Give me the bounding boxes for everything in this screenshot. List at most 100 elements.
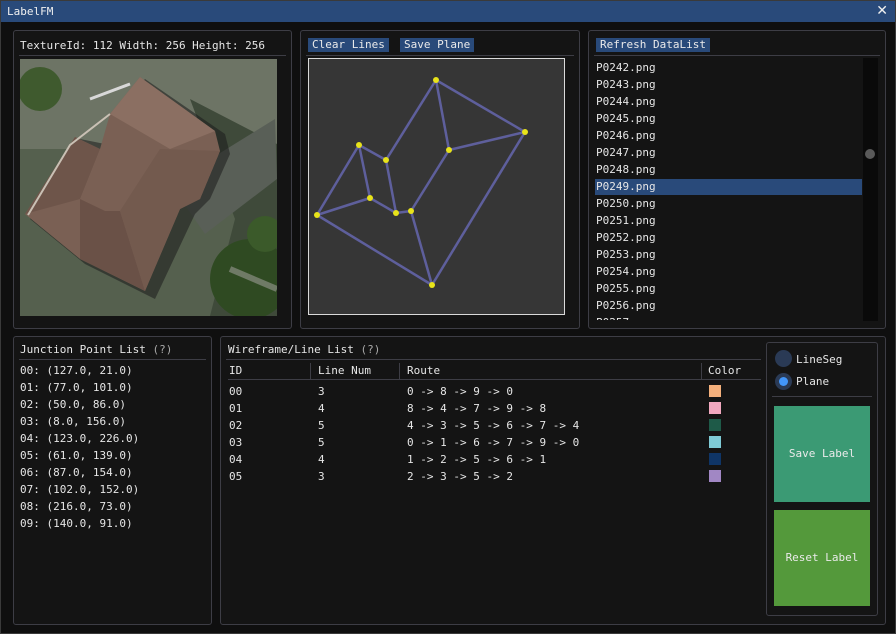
junction-item[interactable]: 01: (77.0, 101.0) [20, 381, 133, 394]
save-label-button[interactable]: Save Label [774, 406, 870, 502]
junction-help-icon[interactable]: (?) [152, 343, 172, 356]
datalist-item[interactable]: P0252.png [595, 230, 862, 246]
datalist-item[interactable]: P0250.png [595, 196, 862, 212]
wireframe-edge[interactable] [358, 143, 387, 162]
color-swatch[interactable] [709, 470, 721, 482]
junction-point[interactable] [367, 195, 373, 201]
junction-point[interactable] [446, 147, 452, 153]
junction-item[interactable]: 04: (123.0, 226.0) [20, 432, 139, 445]
save-label-text: Save Label [788, 447, 856, 460]
datalist-item[interactable]: P0256.png [595, 298, 862, 314]
wireframe-edge[interactable] [384, 159, 398, 214]
table-row[interactable]: 05 3 2 -> 3 -> 5 -> 2 [228, 468, 761, 485]
color-swatch[interactable] [709, 419, 721, 431]
datalist-item[interactable]: P0247.png [595, 145, 862, 161]
color-swatch[interactable] [709, 385, 721, 397]
col-header-line-num[interactable]: Line Num [318, 363, 371, 379]
row-line-num: 3 [318, 470, 325, 483]
datalist-item[interactable]: P0248.png [595, 162, 862, 178]
wireframe-edge[interactable] [384, 79, 438, 161]
wireframe-canvas[interactable] [308, 58, 565, 315]
reset-label-button[interactable]: Reset Label [774, 510, 870, 606]
app-window: LabelFM ✕ TextureId: 112 Width: 256 Heig… [0, 0, 896, 634]
junction-item[interactable]: 08: (216.0, 73.0) [20, 500, 133, 513]
color-swatch[interactable] [709, 436, 721, 448]
junction-point[interactable] [356, 142, 362, 148]
color-swatch[interactable] [709, 453, 721, 465]
junction-item[interactable]: 07: (102.0, 152.0) [20, 483, 139, 496]
datalist-item[interactable]: P0249.png [595, 179, 862, 195]
junction-point[interactable] [522, 129, 528, 135]
scrollbar-grab[interactable] [865, 149, 875, 159]
col-header-color[interactable]: Color [708, 363, 741, 379]
wireframe-edge[interactable] [357, 144, 372, 199]
wireframe-edge[interactable] [435, 78, 526, 134]
table-header-divider [228, 379, 761, 380]
radio-lineseg-label[interactable]: LineSeg [796, 353, 842, 366]
wireframe-edge[interactable] [369, 196, 397, 215]
col-header-id[interactable]: ID [229, 363, 242, 379]
junction-item[interactable]: 00: (127.0, 21.0) [20, 364, 133, 377]
junction-item[interactable]: 02: (50.0, 86.0) [20, 398, 126, 411]
divider [306, 55, 574, 56]
wireframe-plot[interactable] [309, 59, 564, 314]
datalist-item[interactable]: P0245.png [595, 111, 862, 127]
divider [772, 396, 872, 397]
row-id: 01 [229, 402, 243, 415]
table-row[interactable]: 01 4 8 -> 4 -> 7 -> 9 -> 8 [228, 400, 761, 417]
junction-point[interactable] [383, 157, 389, 163]
datalist-item[interactable]: P0242.png [595, 60, 862, 76]
refresh-datalist-button[interactable]: Refresh DataList [596, 38, 710, 52]
datalist-item[interactable]: P0253.png [595, 247, 862, 263]
junction-point[interactable] [408, 208, 414, 214]
wireframe-edge[interactable] [409, 149, 451, 212]
close-icon[interactable]: ✕ [876, 3, 888, 19]
wireframe-edge[interactable] [448, 130, 526, 152]
row-route: 2 -> 3 -> 5 -> 2 [407, 470, 513, 483]
texture-info: TextureId: 112 Width: 256 Height: 256 [20, 39, 266, 52]
color-swatch[interactable] [709, 402, 721, 414]
wireframe-title: Wireframe/Line List (?) [228, 343, 380, 356]
wireframe-help-icon[interactable]: (?) [360, 343, 380, 356]
datalist-item[interactable]: P0257.png [595, 315, 862, 320]
junction-item[interactable]: 06: (87.0, 154.0) [20, 466, 133, 479]
junction-item[interactable]: 03: (8.0, 156.0) [20, 415, 126, 428]
datalist-item[interactable]: P0254.png [595, 264, 862, 280]
col-divider[interactable] [701, 363, 702, 379]
title-bar[interactable]: LabelFM ✕ [1, 1, 895, 22]
aerial-roof-image [20, 59, 277, 316]
radio-plane[interactable] [775, 373, 792, 390]
datalist-scrollbar[interactable] [863, 58, 878, 321]
junction-point[interactable] [314, 212, 320, 218]
table-row[interactable]: 02 5 4 -> 3 -> 5 -> 6 -> 7 -> 4 [228, 417, 761, 434]
row-id: 00 [229, 385, 243, 398]
col-divider[interactable] [310, 363, 311, 379]
junction-panel [13, 336, 212, 625]
wireframe-edge[interactable] [434, 79, 451, 151]
datalist-item[interactable]: P0251.png [595, 213, 862, 229]
col-divider[interactable] [399, 363, 400, 379]
junction-item[interactable]: 09: (140.0, 91.0) [20, 517, 133, 530]
junction-point[interactable] [429, 282, 435, 288]
junction-point[interactable] [433, 77, 439, 83]
row-route: 4 -> 3 -> 5 -> 6 -> 7 -> 4 [407, 419, 580, 432]
radio-plane-label[interactable]: Plane [796, 375, 829, 388]
window-title: LabelFM [7, 5, 54, 18]
col-header-route[interactable]: Route [407, 363, 440, 379]
datalist-item[interactable]: P0243.png [595, 77, 862, 93]
datalist-item[interactable]: P0255.png [595, 281, 862, 297]
junction-item[interactable]: 05: (61.0, 139.0) [20, 449, 133, 462]
datalist-item[interactable]: P0244.png [595, 94, 862, 110]
datalist-item[interactable]: P0246.png [595, 128, 862, 144]
table-row[interactable]: 04 4 1 -> 2 -> 5 -> 6 -> 1 [228, 451, 761, 468]
clear-lines-button[interactable]: Clear Lines [308, 38, 389, 52]
radio-lineseg[interactable] [775, 350, 792, 367]
row-route: 8 -> 4 -> 7 -> 9 -> 8 [407, 402, 547, 415]
row-id: 02 [229, 419, 243, 432]
row-line-num: 4 [318, 402, 325, 415]
junction-point[interactable] [393, 210, 399, 216]
row-line-num: 3 [318, 385, 325, 398]
table-row[interactable]: 00 3 0 -> 8 -> 9 -> 0 [228, 383, 761, 400]
table-row[interactable]: 03 5 0 -> 1 -> 6 -> 7 -> 9 -> 0 [228, 434, 761, 451]
save-plane-button[interactable]: Save Plane [400, 38, 475, 52]
